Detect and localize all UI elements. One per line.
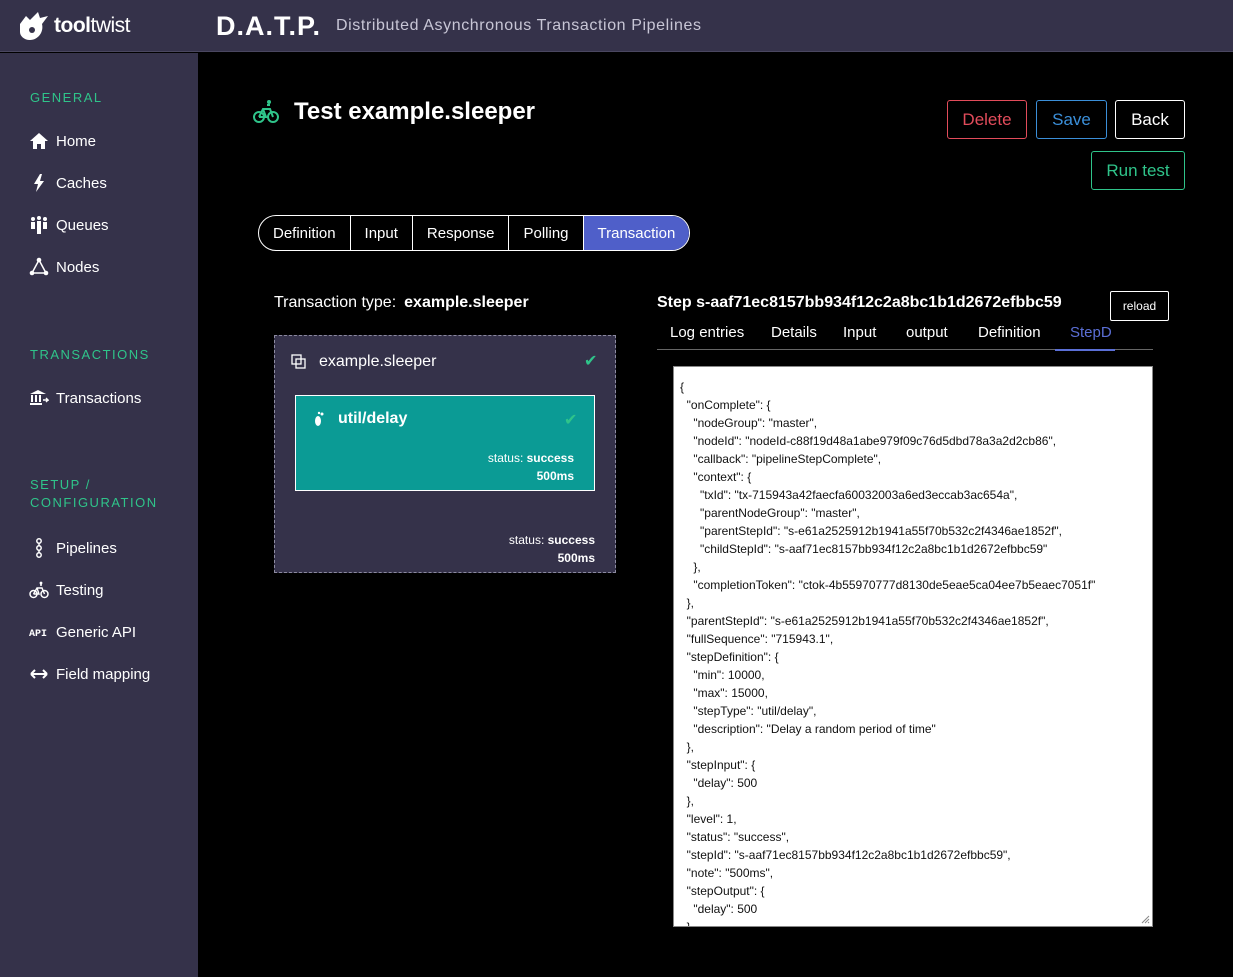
bicycle-icon [253,100,279,123]
sidebar-item-label: Transactions [56,389,142,407]
resize-grip-icon[interactable] [1140,914,1150,924]
api-icon: API [28,621,50,643]
logo-text-light: twist [90,14,130,37]
sidebar-item-pipelines[interactable]: Pipelines [28,535,117,561]
sidebar-item-label: Nodes [56,258,100,276]
active-subtab-indicator [1055,349,1115,351]
sidebar-item-home[interactable]: Home [28,128,96,154]
top-bar: tooltwist D.A.T.P. Distributed Asynchron… [0,0,1233,52]
sidebar-section-transactions: TRANSACTIONS [30,347,150,362]
pipeline-duration: 500ms [557,551,595,565]
bank-icon [28,387,50,409]
footprint-icon [315,411,324,426]
step-header: util/delay [312,410,407,428]
pipeline-box[interactable]: example.sleeper ✔ util/delay ✔ status: s… [274,335,616,573]
sidebar-item-nodes[interactable]: Nodes [28,254,99,280]
sidebar-section-general: GENERAL [30,90,103,105]
arrows-icon [28,663,50,685]
tab-input[interactable]: Input [351,216,413,250]
app-subtitle: Distributed Asynchronous Transaction Pip… [336,17,702,34]
sidebar-item-label: Caches [56,174,107,192]
run-test-button[interactable]: Run test [1091,151,1185,190]
sidebar-item-label: Queues [56,216,109,234]
pipeline-copy-icon [291,354,306,369]
pipeline-name: example.sleeper [319,353,437,370]
pipeline-header: example.sleeper [291,353,436,371]
svg-text:API: API [29,629,47,640]
sidebar-item-field-mapping[interactable]: Field mapping [28,661,150,687]
sidebar-item-testing[interactable]: Testing [28,577,104,603]
sidebar-item-label: Home [56,132,97,150]
sidebar-item-queues[interactable]: Queues [28,212,109,238]
pipeline-status-label: status: [508,533,545,547]
sidebar-item-label: Field mapping [56,665,151,683]
pipeline-status: status: success [509,533,595,547]
reload-button[interactable]: reload [1110,291,1169,321]
delete-button[interactable]: Delete [947,100,1027,139]
sidebar-section-configuration: CONFIGURATION [30,495,158,510]
bicycle-icon [28,579,50,601]
step-duration: 500ms [536,469,574,483]
logo-text-bold: tool [54,14,91,37]
sidebar-item-transactions[interactable]: Transactions [28,385,141,411]
page-header: Test example.sleeper [252,98,535,126]
step-json-textarea[interactable]: { "onComplete": { "nodeGroup": "master",… [673,366,1153,927]
step-status-value: success [526,451,574,465]
page-title: Test example.sleeper [294,98,536,125]
step-json-content: { "onComplete": { "nodeGroup": "master",… [680,380,1096,927]
tooltwist-logo[interactable]: tooltwist [16,10,130,42]
sidebar-item-label: Pipelines [56,539,117,557]
step-subtabs: Log entries Details Input output Definit… [657,318,1153,351]
transaction-type-label: Transaction type: [274,294,397,311]
step-name: util/delay [338,410,408,427]
tab-transaction[interactable]: Transaction [583,216,690,250]
tab-response[interactable]: Response [413,216,510,250]
lightning-icon [28,172,50,194]
pipeline-icon [28,537,50,559]
subtab-definition[interactable]: Definition [978,324,1041,341]
sidebar-section-setup: SETUP / [30,477,91,492]
test-tabs: Definition Input Response Polling Transa… [258,215,691,251]
pipeline-status-value: success [547,533,595,547]
app-name: D.A.T.P. [216,11,322,41]
check-icon: ✔ [564,412,578,429]
nodes-icon [28,256,50,278]
check-icon: ✔ [584,353,598,370]
step-title: Step s-aaf71ec8157bb934f12c2a8bc1b1d2672… [657,294,1062,311]
subtab-details[interactable]: Details [771,324,817,341]
sidebar-item-label: Testing [56,581,104,599]
subtab-log-entries[interactable]: Log entries [670,324,744,341]
subtab-output[interactable]: output [906,324,948,341]
tab-polling[interactable]: Polling [509,216,584,250]
step-status: status: success [488,451,574,465]
transaction-type-value: example.sleeper [404,294,529,311]
sidebar-item-caches[interactable]: Caches [28,170,107,196]
people-icon [28,214,50,236]
step-box[interactable]: util/delay ✔ status: success 500ms [295,395,595,491]
tooltwist-logo-icon [20,12,48,40]
subtab-stepd[interactable]: StepD [1070,324,1112,341]
subtab-input[interactable]: Input [843,324,876,341]
tab-definition[interactable]: Definition [259,216,351,250]
home-icon [28,130,50,152]
save-button[interactable]: Save [1036,100,1107,139]
step-status-label: status: [487,451,524,465]
sidebar-item-generic-api[interactable]: API Generic API [28,619,136,645]
sidebar: GENERAL Home Caches Queues Nodes TRANSAC… [0,53,198,977]
sidebar-item-label: Generic API [56,623,137,641]
back-button[interactable]: Back [1115,100,1185,139]
transaction-type: Transaction type: example.sleeper [274,294,529,312]
